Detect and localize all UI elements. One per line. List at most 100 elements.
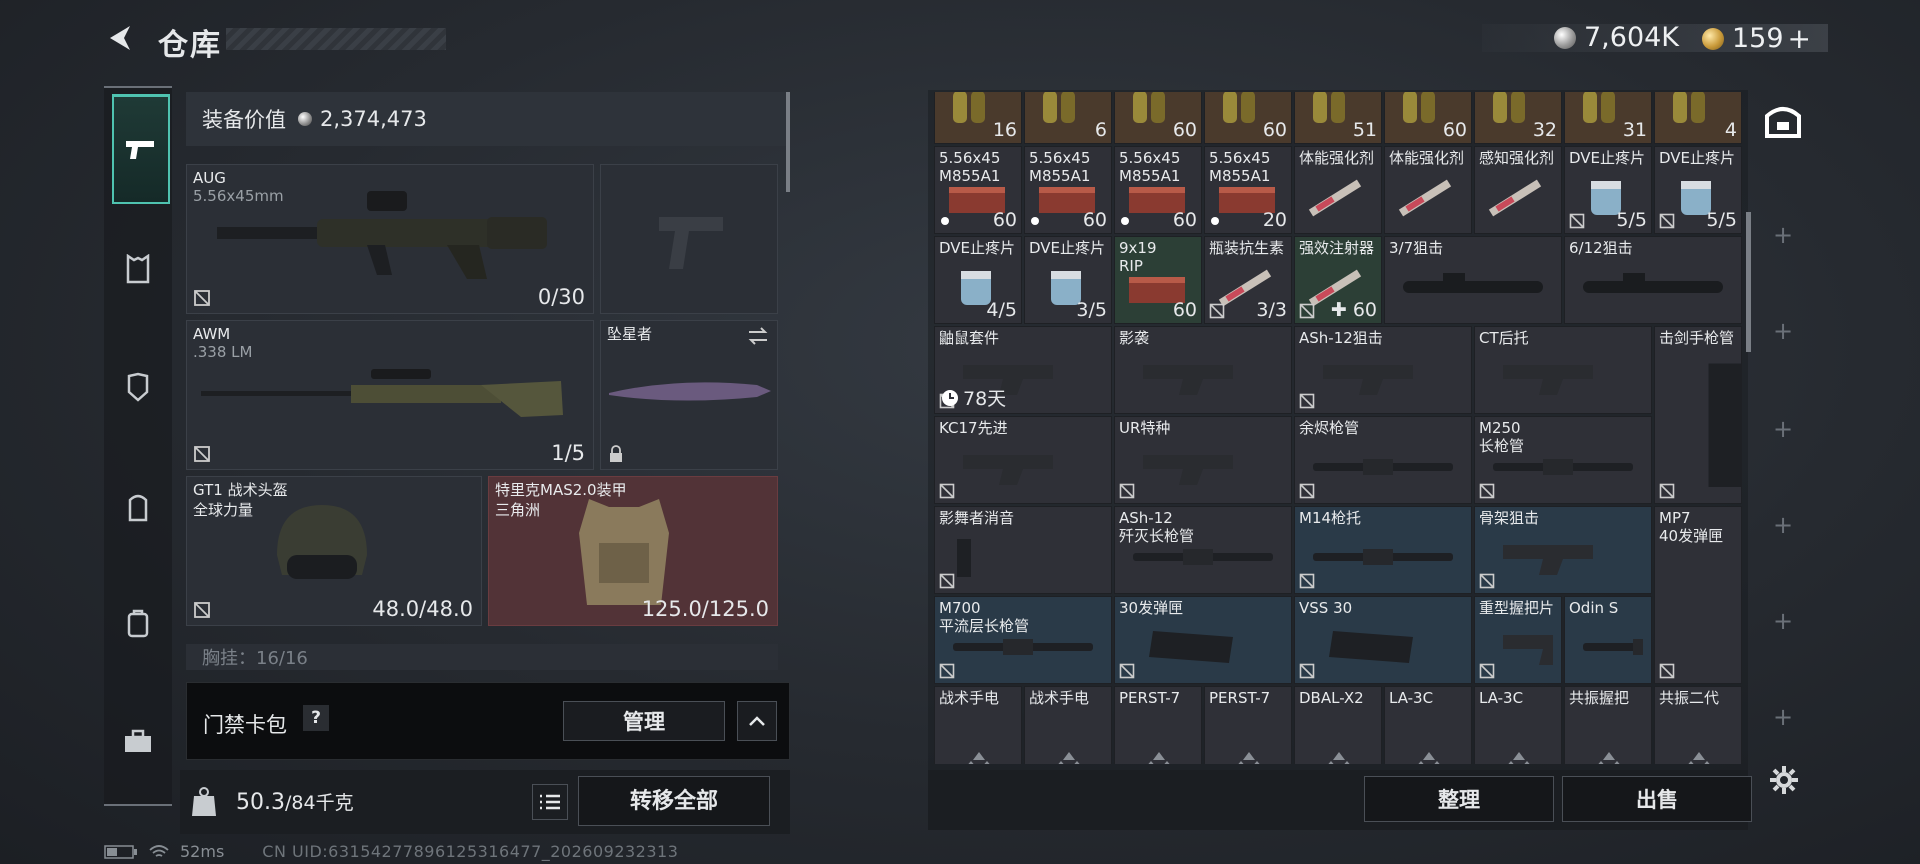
transfer-all-button[interactable]: 转移全部 — [578, 776, 770, 826]
inventory-item[interactable]: 鼬鼠套件 78天 — [934, 326, 1112, 414]
add-currency-icon[interactable]: + — [1788, 22, 1811, 55]
inventory-item[interactable]: MP7 40发弹匣 — [1654, 506, 1742, 684]
unbound-icon — [1659, 483, 1675, 499]
settings-gear-icon[interactable] — [1768, 764, 1800, 796]
silver-currency[interactable]: 7,604K — [1554, 22, 1679, 53]
inventory-item[interactable]: 共振握把 — [1564, 686, 1652, 764]
inventory-item[interactable]: 5.8x42 DVC12+P16 — [934, 92, 1022, 144]
inventory-item[interactable]: 影袭 — [1114, 326, 1292, 414]
item-name: LA-3C — [1389, 689, 1434, 707]
inventory-item[interactable]: 体能强化剂 — [1384, 146, 1472, 234]
inventory-item[interactable]: 6/12狙击 — [1564, 236, 1742, 324]
inventory-item[interactable]: .45 AP31 — [1564, 92, 1652, 144]
inventory-item[interactable]: 5.56x45 M855A1 60 — [1024, 146, 1112, 234]
add-storage-icon[interactable]: + — [1772, 705, 1794, 729]
inventory-item[interactable]: 9x19 CT51 — [1294, 92, 1382, 144]
help-icon[interactable]: ? — [303, 705, 329, 731]
secondary-weapon-slot[interactable]: AWM .338 LM 1/5 — [186, 320, 594, 470]
inventory-item[interactable]: 战术手电 — [934, 686, 1022, 764]
inventory-item[interactable]: 5.8x42 BS6 — [1024, 92, 1112, 144]
inventory-item[interactable]: 战术手电 — [1024, 686, 1112, 764]
unbound-icon — [939, 573, 955, 589]
inventory-item[interactable]: 5.56x45 M855A1 60 — [934, 146, 1022, 234]
inventory-item[interactable]: 3/7狙击 — [1384, 236, 1562, 324]
inventory-item[interactable]: 影舞者消音 — [934, 506, 1112, 594]
inventory-item[interactable]: DBAL-X2 — [1294, 686, 1382, 764]
nav-bag[interactable] — [104, 586, 172, 660]
inventory-scrollbar[interactable] — [1746, 212, 1751, 352]
inventory-item[interactable]: ASh-12 歼灭长枪管 — [1114, 506, 1292, 594]
nav-weapons[interactable] — [112, 94, 170, 204]
inventory-item[interactable]: UR特种 — [1114, 416, 1292, 504]
inventory-item[interactable]: 瓶装抗生素 3/3 — [1204, 236, 1292, 324]
inventory-item[interactable]: M700 平流层长枪管 — [934, 596, 1112, 684]
inventory-item[interactable]: 5.56x45 M855A1 60 — [1114, 146, 1202, 234]
inventory-item[interactable]: 7.62 CT60 — [1384, 92, 1472, 144]
inventory-item[interactable]: KC17先进 — [934, 416, 1112, 504]
nav-backpack[interactable] — [104, 470, 172, 544]
inventory-item[interactable]: 骨架狙击 — [1474, 506, 1652, 594]
aug-rifle-image — [217, 191, 547, 279]
inventory-item[interactable]: 9x19 RIP 60 — [1114, 236, 1202, 324]
item-image — [1143, 455, 1233, 485]
inventory-item[interactable]: DVE止疼片 3/5 — [1024, 236, 1112, 324]
item-name: PERST-7 — [1119, 689, 1181, 707]
inventory-item[interactable]: 体能强化剂 — [1294, 146, 1382, 234]
swap-icon[interactable] — [747, 327, 769, 345]
inventory-item[interactable]: 击剑手枪管 — [1654, 326, 1742, 504]
add-storage-icon[interactable]: + — [1772, 513, 1794, 537]
inventory-item[interactable]: 7.62x39 FMJ60 — [1114, 92, 1202, 144]
storage-tab-main[interactable] — [1758, 92, 1808, 148]
unbound-icon — [1659, 213, 1675, 229]
inventory-item[interactable]: VSS 30 — [1294, 596, 1472, 684]
pistol-slot[interactable] — [600, 164, 778, 314]
inventory-item[interactable]: 30发弹匣 — [1114, 596, 1292, 684]
add-storage-icon[interactable]: + — [1772, 223, 1794, 247]
inventory-item[interactable]: LA-3C — [1384, 686, 1472, 764]
inventory-item[interactable]: LA-3C — [1474, 686, 1562, 764]
item-count: 4/5 — [986, 299, 1017, 321]
inventory-item[interactable]: PERST-7 — [1204, 686, 1292, 764]
inventory-item[interactable]: 共振二代 — [1654, 686, 1742, 764]
inventory-item[interactable]: 感知强化剂 — [1474, 146, 1562, 234]
expand-button[interactable] — [737, 701, 777, 741]
inventory-item[interactable]: M250 长枪管 — [1474, 416, 1652, 504]
inventory-item[interactable]: DVE止疼片 5/5 — [1654, 146, 1742, 234]
inventory-item[interactable]: CT后托 — [1474, 326, 1652, 414]
inventory-item[interactable]: ASh-12狙击 — [1294, 326, 1472, 414]
item-image — [957, 539, 971, 577]
item-count: 60 — [1172, 119, 1197, 141]
add-storage-icon[interactable]: + — [1772, 417, 1794, 441]
inventory-item[interactable]: 强效注射器 ✚ 60 — [1294, 236, 1382, 324]
inventory-item[interactable]: 5.56x45 M855A1 20 — [1204, 146, 1292, 234]
helmet-slot[interactable]: GT1 战术头盔 全球力量 48.0/48.0 — [186, 476, 482, 626]
manage-button[interactable]: 管理 — [563, 701, 725, 741]
inventory-item[interactable]: 7.62 CT32 — [1474, 92, 1562, 144]
melee-slot[interactable]: 坠星者 — [600, 320, 778, 470]
add-storage-icon[interactable]: + — [1772, 319, 1794, 343]
sell-button[interactable]: 出售 — [1562, 776, 1752, 822]
inventory-item[interactable]: Odin S — [1564, 596, 1652, 684]
inventory-item[interactable]: 重型握把片 — [1474, 596, 1562, 684]
unbound-icon — [1479, 663, 1495, 679]
gold-currency[interactable]: 159 + — [1702, 22, 1811, 55]
nav-armor[interactable] — [104, 350, 172, 424]
nav-chest-rig[interactable] — [104, 232, 172, 306]
nav-case[interactable] — [104, 704, 172, 778]
add-storage-icon[interactable]: + — [1772, 609, 1794, 633]
item-image — [1133, 549, 1273, 565]
back-arrow-icon[interactable] — [104, 22, 136, 54]
list-view-button[interactable] — [532, 784, 568, 820]
armor-slot[interactable]: 特里克MAS2.0装甲 三角洲 125.0/125.0 — [488, 476, 778, 626]
item-image — [953, 639, 1093, 655]
inventory-item[interactable]: DVE止疼片 5/5 — [1564, 146, 1652, 234]
inventory-item[interactable]: PERST-7 — [1114, 686, 1202, 764]
loadout-scrollbar[interactable] — [786, 92, 790, 192]
primary-weapon-slot[interactable]: AUG 5.56x45mm 0/30 — [186, 164, 594, 314]
inventory-item[interactable]: 9x19 CT60 — [1204, 92, 1292, 144]
inventory-item[interactable]: 余烬枪管 — [1294, 416, 1472, 504]
inventory-item[interactable]: M14枪托 — [1294, 506, 1472, 594]
sort-button[interactable]: 整理 — [1364, 776, 1554, 822]
inventory-item[interactable]: 5.8x42 FMJ4 — [1654, 92, 1742, 144]
inventory-item[interactable]: DVE止疼片 4/5 — [934, 236, 1022, 324]
